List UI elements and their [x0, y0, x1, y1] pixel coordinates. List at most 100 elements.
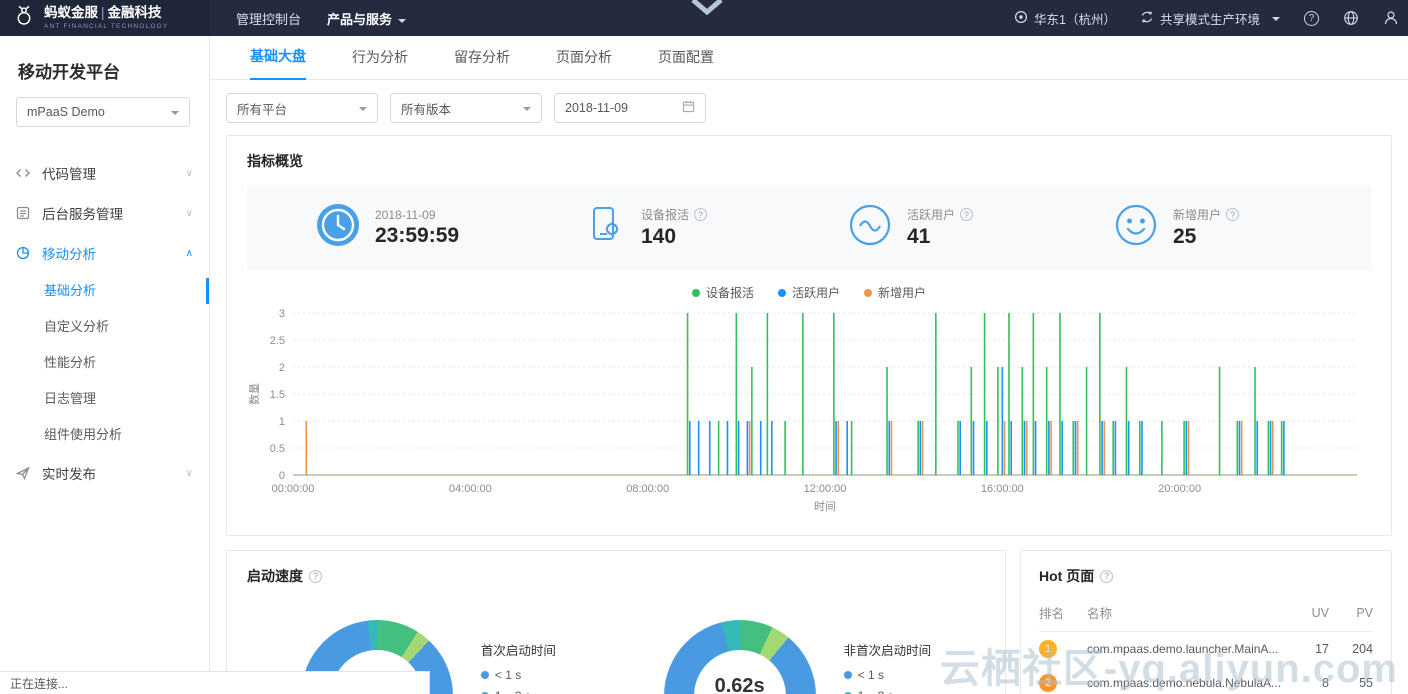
column-header-uv: UV [1291, 594, 1329, 632]
logo-cn: 蚂蚁金服 [44, 5, 98, 20]
chevron-up-icon: ∧ [185, 247, 193, 259]
donut-legend-item[interactable]: < 1 s [843, 668, 932, 682]
chevron-down-icon: ∨ [185, 207, 193, 219]
environment-icon [1140, 10, 1154, 27]
sidebar-item-label: 移动分析 [42, 247, 96, 262]
legend-dot [691, 288, 700, 297]
tab-1[interactable]: 行为分析 [352, 47, 408, 79]
legend-item[interactable]: 活跃用户 [777, 284, 840, 301]
help-icon[interactable]: ? [960, 208, 974, 221]
environment-select[interactable]: 共享模式生产环境 [1140, 9, 1280, 28]
donut-legend-item[interactable]: 1 – 3 s [480, 689, 556, 694]
page-name: com.mpaas.demo.launcher.MainA... [1087, 642, 1279, 656]
stat-value: 41 [907, 225, 931, 248]
device-report-icon [581, 202, 627, 253]
language-globe-icon[interactable] [1343, 10, 1359, 26]
sidebar-subitem[interactable]: 日志管理 [0, 381, 209, 417]
chevron-down-icon [359, 107, 367, 115]
sidebar-subitem[interactable]: 组件使用分析 [0, 417, 209, 453]
svg-text:2.5: 2.5 [270, 335, 285, 347]
sidebar-item-label: 后台服务管理 [42, 207, 123, 222]
uv-value: 8 [1322, 676, 1329, 690]
table-row[interactable]: 1 com.mpaas.demo.launcher.MainA... 17 204 [1039, 632, 1373, 667]
table-row[interactable]: 2 com.mpaas.demo.nebula.NebulaA... 8 55 [1039, 666, 1373, 694]
hot-pages-title: Hot 页面? [1039, 566, 1373, 586]
help-icon[interactable]: ? [309, 569, 322, 583]
calendar-icon [682, 100, 695, 116]
svg-text:1.5: 1.5 [270, 389, 285, 401]
svg-text:3: 3 [279, 308, 285, 320]
logo-en-text: ANT FINANCIAL TECHNOLOGY [44, 22, 169, 30]
stat-label: 活跃用户? [907, 206, 974, 223]
sidebar-title: 移动开发平台 [18, 63, 120, 82]
donut-legend: 首次启动时间< 1 s1 – 3 s3 – 5 s> 5 s [480, 640, 556, 694]
tab-3[interactable]: 页面分析 [556, 47, 612, 79]
chevron-down-icon [398, 18, 407, 27]
donut-center: 0.62s平均启动时间 [693, 650, 786, 694]
avg-startup-value: 0.62s [714, 675, 765, 694]
stat-clock: 2018-11-09 23:59:59 [277, 202, 543, 253]
svg-text:08:00:00: 08:00:00 [626, 483, 669, 495]
platform-select[interactable]: 所有平台 [226, 93, 378, 123]
analytics-icon [16, 246, 32, 260]
sidebar-item-code[interactable]: 代码管理 ∨ [0, 153, 209, 193]
sidebar: 移动开发平台 mPaaS Demo 代码管理 ∨ 后台服务管理 ∨ 移动分析 ∧ 基础分析自… [0, 36, 210, 694]
logo-divider: | [101, 5, 105, 20]
svg-text:时间: 时间 [814, 500, 836, 513]
column-header-名称: 名称 [1087, 594, 1291, 632]
pv-value: 55 [1359, 676, 1373, 690]
version-select[interactable]: 所有版本 [390, 93, 542, 123]
tab-2[interactable]: 留存分析 [454, 47, 510, 79]
help-icon[interactable]: ? [1304, 10, 1319, 26]
sidebar-item-analytics[interactable]: 移动分析 ∧ [0, 233, 209, 273]
sidebar-subitem[interactable]: 性能分析 [0, 345, 209, 381]
hot-pages-table: 排名 名称 UV PV 1 com.mpaas.demo.launcher.MainA.… [1039, 594, 1373, 694]
sidebar-item-backend[interactable]: 后台服务管理 ∨ [0, 193, 209, 233]
region-select[interactable]: 华东1（杭州） [1014, 9, 1116, 28]
legend-dot [843, 671, 852, 679]
svg-text:0.5: 0.5 [270, 443, 285, 455]
uv-value: 17 [1315, 642, 1329, 656]
tab-bar: 基础大盘 行为分析 留存分析 页面分析 页面配置 [210, 36, 1408, 80]
help-icon[interactable]: ? [1226, 208, 1240, 221]
active-users-icon [847, 202, 893, 253]
svg-text:04:00:00: 04:00:00 [449, 483, 492, 495]
ant-financial-logo[interactable]: 蚂蚁金服 | 金融科技 ANT FINANCIAL TECHNOLOGY [0, 0, 210, 36]
donut-legend-item[interactable]: 1 – 3 s [843, 689, 932, 694]
donut-legend-title: 首次启动时间 [480, 644, 556, 658]
stat-active-users: 活跃用户? 41 [809, 202, 1075, 253]
stat-strip: 2018-11-09 23:59:59 设备报活? 140 活跃用户? 41 新增用户? 25 [247, 185, 1371, 270]
table-header-row: 排名 名称 UV PV [1039, 594, 1373, 632]
help-icon[interactable]: ? [1100, 569, 1114, 583]
clock-icon [315, 202, 361, 253]
svg-text:1: 1 [279, 416, 285, 428]
sidebar-subitem[interactable]: 自定义分析 [0, 309, 209, 345]
stat-value: 23:59:59 [375, 223, 460, 247]
date-picker[interactable]: 2018-11-09 [554, 93, 706, 123]
svg-text:16:00:00: 16:00:00 [981, 483, 1024, 495]
tab-4[interactable]: 页面配置 [658, 47, 714, 79]
sidebar-subitem[interactable]: 基础分析 [0, 273, 209, 309]
tab-0[interactable]: 基础大盘 [250, 46, 306, 80]
legend-dot [864, 288, 872, 297]
help-icon[interactable]: ? [694, 208, 708, 221]
legend-item[interactable]: 设备报活 [691, 284, 754, 301]
workspace-select[interactable]: mPaaS Demo [16, 97, 190, 127]
stat-device-report: 设备报活? 140 [543, 202, 809, 253]
metrics-chart-svg: 0 0.5 1 1.5 2 2.5 3 00:00:00 04:00:00 08:00:00 12:… [248, 308, 1357, 513]
rank-badge: 2 [1039, 674, 1057, 692]
chevron-down-icon [1272, 17, 1280, 25]
stat-label: 新增用户? [1173, 206, 1240, 223]
user-avatar-icon[interactable] [1383, 10, 1399, 26]
code-icon [16, 166, 32, 180]
chart-legend: 设备报活 活跃用户 新增用户 [247, 284, 1371, 301]
chevron-down-icon: ∨ [185, 167, 193, 179]
sidebar-item-release[interactable]: 实时发布 ∨ [0, 453, 209, 493]
donut-legend-item[interactable]: < 1 s [480, 668, 556, 682]
filters-row: 所有平台 所有版本 2018-11-09 [210, 80, 1408, 135]
region-icon [1014, 10, 1028, 27]
products-menu[interactable]: 产品与服务 [327, 9, 407, 28]
legend-item[interactable]: 新增用户 [864, 284, 926, 301]
console-link[interactable]: 管理控制台 [236, 9, 301, 28]
logo-sub: 金融科技 [107, 5, 162, 20]
